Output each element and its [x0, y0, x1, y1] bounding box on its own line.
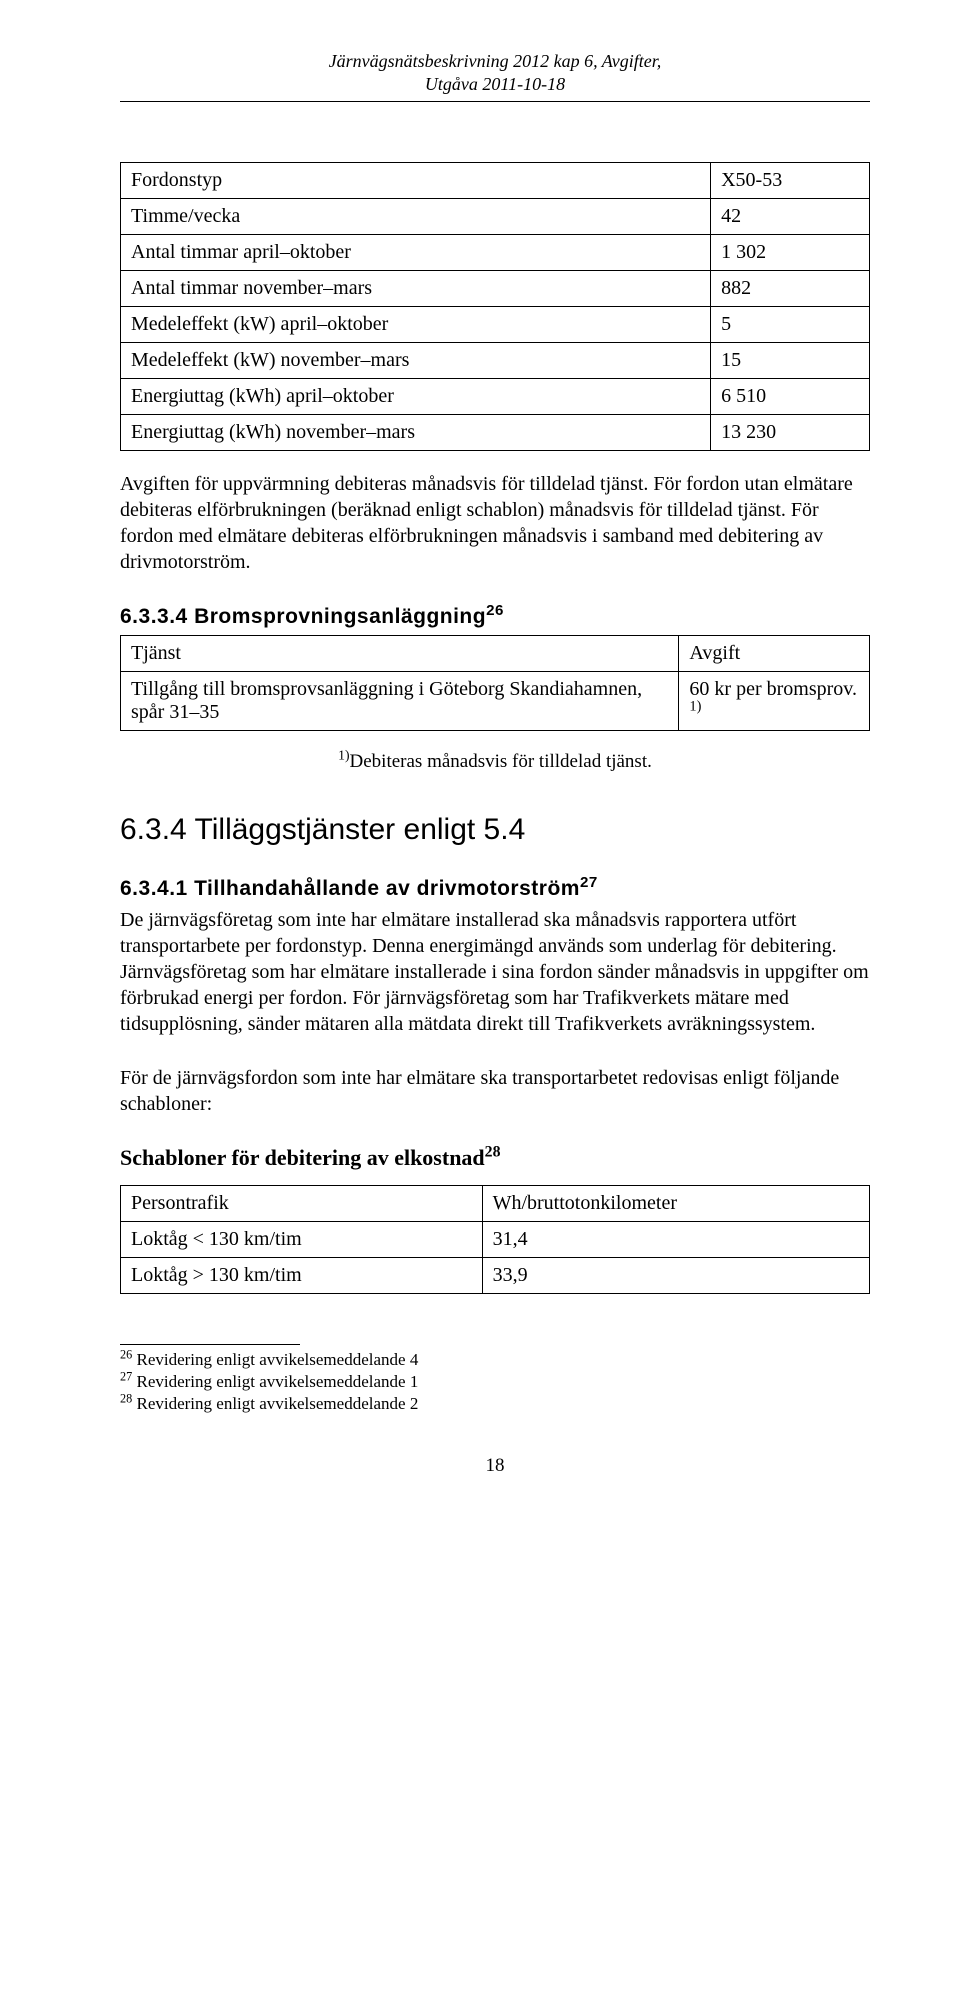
page-container: Järnvägsnätsbeskrivning 2012 kap 6, Avgi…: [0, 0, 960, 1517]
header-rule: [120, 101, 870, 102]
cell-value-text: 60 kr per bromsprov.: [689, 678, 857, 700]
col-head: Wh/bruttotonkilometer: [482, 1186, 869, 1222]
vehicle-energy-table: FordonstypX50-53 Timme/vecka42 Antal tim…: [120, 162, 870, 451]
table-footnote-1: 1)Debiteras månadsvis för tilldelad tjän…: [120, 751, 870, 773]
table-row: Energiuttag (kWh) april–oktober6 510: [121, 379, 870, 415]
footnote-text: Revidering enligt avvikelsemeddelande 2: [132, 1394, 418, 1413]
cell-label: Medeleffekt (kW) april–oktober: [121, 307, 711, 343]
section-6334-heading: 6.3.3.4 Bromsprovningsanläggning26: [120, 605, 870, 629]
section-number: 6.3.4: [120, 813, 187, 846]
table-row: Medeleffekt (kW) november–mars15: [121, 343, 870, 379]
brake-test-table: Tjänst Avgift Tillgång till bromsprovsan…: [120, 635, 870, 731]
footnotes-separator: [120, 1344, 300, 1345]
paragraph-schablon-intro: För de järnvägsfordon som inte har elmät…: [120, 1065, 870, 1117]
cell-value: 31,4: [482, 1222, 869, 1258]
header-line-2: Utgåva 2011-10-18: [120, 73, 870, 96]
table-row: Medeleffekt (kW) april–oktober5: [121, 307, 870, 343]
cell-value: X50-53: [711, 163, 870, 199]
table-row: Tillgång till bromsprovsanläggning i Göt…: [121, 672, 870, 731]
schablon-table: Persontrafik Wh/bruttotonkilometer Loktå…: [120, 1185, 870, 1294]
cell-label: Energiuttag (kWh) april–oktober: [121, 379, 711, 415]
schablon-title: Schabloner för debitering av elkostnad: [120, 1145, 485, 1170]
section-number: 6.3.3.4: [120, 605, 188, 628]
page-number: 18: [120, 1455, 870, 1477]
footnote-ref-26: 26: [486, 602, 504, 619]
cell-label: Loktåg > 130 km/tim: [121, 1258, 483, 1294]
table-row: Loktåg > 130 km/tim 33,9: [121, 1258, 870, 1294]
schablon-heading: Schabloner för debitering av elkostnad28: [120, 1145, 870, 1171]
table-row: Timme/vecka42: [121, 199, 870, 235]
section-number: 6.3.4.1: [120, 877, 188, 900]
header-line-1: Järnvägsnätsbeskrivning 2012 kap 6, Avgi…: [120, 50, 870, 73]
table-head-row: Persontrafik Wh/bruttotonkilometer: [121, 1186, 870, 1222]
cell-label: Tillgång till bromsprovsanläggning i Göt…: [121, 672, 679, 731]
footnote-ref-28: 28: [485, 1144, 501, 1161]
table-row: Antal timmar november–mars882: [121, 271, 870, 307]
section-6341-heading: 6.3.4.1 Tillhandahållande av drivmotorst…: [120, 877, 870, 901]
table-row: Antal timmar april–oktober1 302: [121, 235, 870, 271]
cell-label: Energiuttag (kWh) november–mars: [121, 415, 711, 451]
cell-footnote-ref: 1): [689, 698, 701, 714]
footnote-num: 28: [120, 1392, 132, 1406]
section-title: Tillhandahållande av drivmotorström: [194, 877, 580, 900]
footnote-26: 26 Revidering enligt avvikelsemeddelande…: [120, 1349, 870, 1371]
footnote-27: 27 Revidering enligt avvikelsemeddelande…: [120, 1371, 870, 1393]
cell-value: 6 510: [711, 379, 870, 415]
section-634-heading: 6.3.4 Tilläggstjänster enligt 5.4: [120, 813, 870, 847]
section-title: Tilläggstjänster enligt 5.4: [195, 813, 526, 846]
col-head: Tjänst: [121, 636, 679, 672]
footnote-num: 27: [120, 1369, 132, 1383]
cell-value: 60 kr per bromsprov. 1): [679, 672, 870, 731]
table-row: FordonstypX50-53: [121, 163, 870, 199]
col-head: Persontrafik: [121, 1186, 483, 1222]
cell-value: 15: [711, 343, 870, 379]
footnote-ref-27: 27: [580, 874, 598, 891]
paragraph-heating-fee: Avgiften för uppvärmning debiteras månad…: [120, 471, 870, 575]
footnotes-block: 26 Revidering enligt avvikelsemeddelande…: [120, 1349, 870, 1415]
footnote-text: Revidering enligt avvikelsemeddelande 4: [132, 1350, 418, 1369]
cell-value: 13 230: [711, 415, 870, 451]
cell-label: Antal timmar november–mars: [121, 271, 711, 307]
cell-label: Timme/vecka: [121, 199, 711, 235]
footnote-text: Revidering enligt avvikelsemeddelande 1: [132, 1372, 418, 1391]
cell-value: 5: [711, 307, 870, 343]
paragraph-drivmotor: De järnvägsföretag som inte har elmätare…: [120, 907, 870, 1037]
cell-label: Medeleffekt (kW) november–mars: [121, 343, 711, 379]
cell-value: 882: [711, 271, 870, 307]
cell-value: 33,9: [482, 1258, 869, 1294]
footnote-28: 28 Revidering enligt avvikelsemeddelande…: [120, 1393, 870, 1415]
table-head-row: Tjänst Avgift: [121, 636, 870, 672]
table-row: Energiuttag (kWh) november–mars13 230: [121, 415, 870, 451]
cell-label: Fordonstyp: [121, 163, 711, 199]
table-row: Loktåg < 130 km/tim 31,4: [121, 1222, 870, 1258]
cell-value: 42: [711, 199, 870, 235]
cell-label: Loktåg < 130 km/tim: [121, 1222, 483, 1258]
footnote-num: 26: [120, 1347, 132, 1361]
col-head: Avgift: [679, 636, 870, 672]
cell-label: Antal timmar april–oktober: [121, 235, 711, 271]
document-header: Järnvägsnätsbeskrivning 2012 kap 6, Avgi…: [120, 50, 870, 95]
cell-value: 1 302: [711, 235, 870, 271]
note1-text: Debiteras månadsvis för tilldelad tjänst…: [350, 751, 652, 772]
note1-sup: 1): [338, 748, 349, 763]
section-title: Bromsprovningsanläggning: [194, 605, 486, 628]
